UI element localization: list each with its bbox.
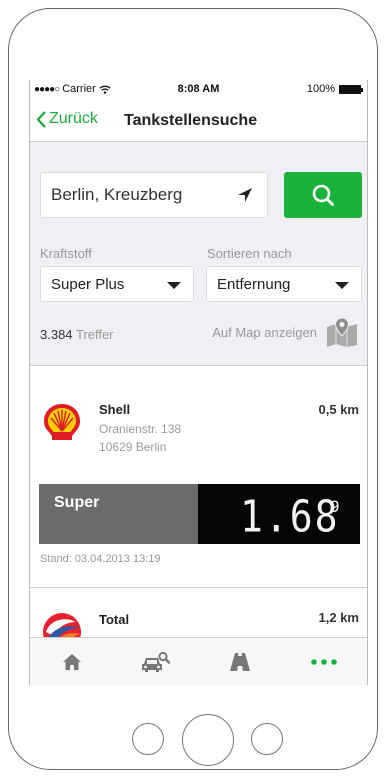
location-arrow-icon[interactable] <box>236 186 254 204</box>
price-timestamp: Stand: 03.04.2013 13:19 <box>40 553 161 565</box>
tab-route[interactable] <box>198 638 282 685</box>
show-on-map-link[interactable]: Auf Map anzeigen <box>212 317 359 347</box>
price-display: Super 1.68 9 <box>39 484 360 544</box>
back-label: Zurück <box>49 110 98 127</box>
chevron-left-icon <box>36 110 46 128</box>
tab-home[interactable] <box>30 638 114 685</box>
battery-icon <box>339 84 363 94</box>
navigation-bar: Zurück Tankstellensuche <box>30 100 367 142</box>
result-count: 3.384 Treffer <box>40 327 114 342</box>
fuel-label: Kraftstoff <box>40 246 92 261</box>
price-main-digits: 1.68 <box>240 491 340 542</box>
location-input[interactable] <box>41 173 231 217</box>
fuel-select-value: Super Plus <box>51 276 125 293</box>
tab-bar <box>30 637 367 685</box>
fuel-select[interactable]: Super Plus <box>40 266 194 302</box>
status-bar: ●●●●○ Carrier 8:08 AM 100% <box>30 80 367 100</box>
chevron-down-icon <box>167 282 181 289</box>
tab-car-search[interactable] <box>114 638 198 685</box>
result-count-unit: Treffer <box>75 327 114 342</box>
fuel-type: Super <box>39 484 198 544</box>
station-distance: 1,2 km <box>318 610 359 625</box>
road-icon <box>230 653 250 671</box>
station-list-item[interactable]: Shell Oranienstr. 138 10629 Berlin 0,5 k… <box>30 366 367 588</box>
app-screen: ●●●●○ Carrier 8:08 AM 100% Zurück Tankst… <box>29 80 368 685</box>
sort-select-value: Entfernung <box>217 276 291 293</box>
hardware-button-right <box>251 723 283 755</box>
search-button[interactable] <box>284 172 362 218</box>
hardware-button-left <box>132 723 164 755</box>
home-icon <box>63 654 81 670</box>
home-button[interactable] <box>182 714 234 766</box>
chevron-down-icon <box>335 282 349 289</box>
sort-label: Sortieren nach <box>207 246 292 261</box>
car-search-icon <box>142 651 171 672</box>
sort-select[interactable]: Entfernung <box>206 266 362 302</box>
back-button[interactable]: Zurück <box>36 110 98 128</box>
tab-more[interactable] <box>282 638 366 685</box>
station-name: Total <box>99 612 130 627</box>
show-on-map-label: Auf Map anzeigen <box>212 324 317 340</box>
search-icon <box>312 184 334 206</box>
station-street: Oranienstr. 138 <box>99 422 182 436</box>
location-field[interactable] <box>40 172 268 218</box>
price-value: 1.68 9 <box>198 484 360 544</box>
more-icon <box>311 659 337 665</box>
station-distance: 0,5 km <box>318 402 359 417</box>
shell-logo-icon <box>44 404 80 440</box>
result-count-number: 3.384 <box>40 327 73 342</box>
station-city: 10629 Berlin <box>99 440 167 454</box>
page-title: Tankstellensuche <box>124 112 258 129</box>
search-filters: Kraftstoff Sortieren nach Super Plus Ent… <box>30 142 367 366</box>
battery-percent: 100% <box>306 83 335 95</box>
station-name: Shell <box>99 402 131 417</box>
price-fraction-digit: 9 <box>330 497 340 516</box>
map-pin-icon <box>327 317 357 347</box>
